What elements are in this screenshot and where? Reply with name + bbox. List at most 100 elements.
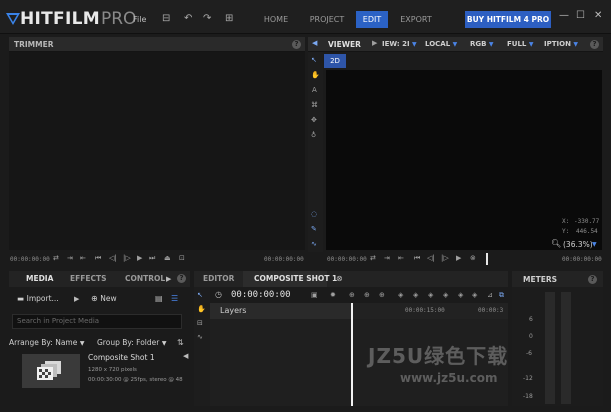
step-back-icon[interactable]: ◁| — [427, 254, 435, 262]
help-icon[interactable]: ? — [292, 40, 301, 49]
zoom-icon[interactable]: 🔍︎ — [551, 239, 561, 248]
keyframe-ease-icon[interactable]: ◈ — [472, 291, 477, 299]
slip-tool-icon[interactable]: ⊟ — [197, 319, 203, 327]
out-point-icon[interactable]: ⇤ — [80, 254, 86, 262]
media-item[interactable]: Composite Shot 1 1280 x 720 pixels 00:00… — [22, 352, 183, 390]
out-point-icon[interactable]: ⇤ — [398, 254, 404, 262]
buy-hitfilm-button[interactable]: BUY HITFILM 4 PRO — [465, 11, 551, 28]
select-tool-icon[interactable]: ↖ — [197, 291, 203, 299]
new-button[interactable]: ⊕ New — [91, 294, 117, 306]
tab-home[interactable]: HOME — [254, 11, 298, 28]
keyframe-next-icon[interactable]: ◈ — [428, 291, 433, 299]
trimmer-timecode-left: 00:00:00:00 — [10, 256, 50, 263]
render-icon[interactable]: ▣ — [311, 291, 318, 299]
collapse-left-icon[interactable]: ◀ — [312, 39, 317, 47]
quality-dropdown-label: FULL — [507, 40, 527, 48]
step-forward-icon[interactable]: |▷ — [123, 254, 131, 262]
play-icon[interactable]: ▶ — [137, 254, 142, 262]
viewer-help-icon[interactable]: ? — [590, 40, 599, 49]
maximize-icon[interactable]: ☐ — [576, 10, 585, 21]
tab-export[interactable]: EXPORT — [390, 11, 442, 28]
loop-icon[interactable]: ⇄ — [370, 254, 376, 262]
editor-tabs — [194, 271, 508, 287]
tab-edit[interactable]: EDIT — [356, 11, 388, 28]
viewer-2d-toggle[interactable]: 2D — [324, 54, 346, 68]
zoom-dropdown-arrow-icon[interactable]: ▼ — [592, 241, 597, 248]
grid-icon[interactable]: ⊞ — [225, 13, 233, 24]
overlay-icon[interactable]: ⊡ — [179, 254, 185, 262]
tab-project[interactable]: PROJECT — [300, 11, 354, 28]
editor-timecode[interactable]: 00:00:00:00 — [231, 290, 291, 300]
settings-gear-icon[interactable]: ✹ — [330, 291, 336, 299]
viewer-canvas[interactable] — [326, 70, 602, 250]
snap-icon[interactable]: ⧉ — [499, 291, 504, 300]
minimize-icon[interactable]: — — [559, 10, 569, 21]
in-point-icon[interactable]: ⇥ — [384, 254, 390, 262]
local-dropdown[interactable]: LOCAL ▼ — [425, 37, 457, 52]
rgb-dropdown[interactable]: RGB ▼ — [470, 37, 494, 52]
add-layer-icon[interactable]: ⊕ — [349, 291, 355, 299]
coord-x-label: X: — [562, 218, 570, 225]
quality-dropdown[interactable]: FULL ▼ — [507, 37, 533, 52]
keyframe-icon[interactable]: ◈ — [398, 291, 403, 299]
loop-icon[interactable]: ⇄ — [53, 254, 59, 262]
viewer-menu-arrow-icon[interactable]: ▶ — [372, 39, 377, 47]
meters-help-icon[interactable]: ? — [588, 275, 597, 284]
import-menu-arrow-icon[interactable]: ▶ — [74, 295, 79, 303]
options-dropdown[interactable]: IPTION ▼ — [544, 37, 578, 52]
ripple-tool-icon[interactable]: ∿ — [197, 333, 203, 341]
list-view-icon[interactable]: ☰ — [171, 294, 178, 303]
crop-tool-icon[interactable]: ⌘ — [311, 101, 318, 109]
arrange-dropdown[interactable]: Arrange By: Name ▼ — [9, 338, 85, 350]
new-plane-icon[interactable]: ⊕ — [379, 291, 385, 299]
hand-tool-icon[interactable]: ✋ — [197, 305, 206, 313]
hand-tool-icon[interactable]: ✋ — [311, 71, 320, 79]
skip-back-icon[interactable]: ⏮ — [414, 254, 420, 263]
timeline-playhead[interactable] — [351, 303, 353, 406]
close-icon[interactable]: ✕ — [594, 10, 602, 21]
step-back-icon[interactable]: ◁| — [109, 254, 117, 262]
mic-tool-icon[interactable]: ♁ — [311, 131, 316, 139]
skip-forward-icon[interactable]: ⏭ — [149, 254, 155, 263]
stop-icon[interactable]: ⊗ — [470, 254, 476, 262]
move-tool-icon[interactable]: ✥ — [311, 116, 317, 124]
play-icon[interactable]: ▶ — [456, 254, 461, 262]
grid-view-icon[interactable]: ▤ — [155, 294, 163, 303]
text-tool-icon[interactable]: A — [312, 86, 317, 94]
undo-icon[interactable]: ↶ — [184, 13, 192, 24]
timeline-ruler[interactable]: 00:00:15:00 00:00:3 — [352, 303, 508, 319]
tab-media[interactable]: MEDIA — [26, 271, 53, 287]
insert-icon[interactable]: ⏏ — [164, 254, 171, 262]
tab-controls[interactable]: CONTROL — [125, 271, 165, 287]
media-search-input[interactable]: Search in Project Media — [12, 314, 182, 329]
file-menu[interactable]: File — [133, 15, 146, 24]
graph-icon[interactable]: ⊿ — [487, 291, 493, 299]
zoom-level[interactable]: (36.3%) — [563, 240, 593, 249]
keyframe-add-icon[interactable]: ◈ — [443, 291, 448, 299]
pen-tool-icon[interactable]: ✎ — [311, 225, 317, 233]
select-tool-icon[interactable]: ↖ — [311, 56, 317, 64]
path-tool-icon[interactable]: ∿ — [311, 240, 317, 248]
tab-editor[interactable]: EDITOR — [203, 271, 234, 287]
media-help-icon[interactable]: ? — [177, 274, 186, 283]
close-tab-icon[interactable]: ⊗ — [336, 274, 343, 283]
step-forward-icon[interactable]: |▷ — [441, 254, 449, 262]
skip-back-icon[interactable]: ⏮ — [95, 254, 101, 263]
in-point-icon[interactable]: ⇥ — [67, 254, 73, 262]
tab-effects[interactable]: EFFECTS — [70, 271, 107, 287]
media-item-collapse-icon[interactable]: ◀ — [183, 352, 188, 360]
new-point-icon[interactable]: ⊕ — [364, 291, 370, 299]
mask-tool-icon[interactable]: ◌ — [311, 210, 317, 218]
group-dropdown[interactable]: Group By: Folder ▼ — [97, 338, 167, 350]
tab-composite-shot[interactable]: COMPOSITE SHOT 1 — [254, 271, 337, 287]
keyframe-remove-icon[interactable]: ◈ — [458, 291, 463, 299]
save-icon[interactable]: ⊟ — [162, 13, 170, 24]
view-dropdown[interactable]: IEW: 2I ▼ — [382, 37, 417, 52]
viewer-playhead[interactable] — [486, 253, 488, 265]
redo-icon[interactable]: ↷ — [203, 13, 211, 24]
ruler-mark-30s: 00:00:3 — [478, 307, 504, 314]
keyframe-prev-icon[interactable]: ◈ — [413, 291, 418, 299]
import-button[interactable]: ▬ Import... — [17, 294, 59, 306]
tabs-more-icon[interactable]: ▶ — [166, 275, 171, 283]
sort-icon[interactable]: ⇅ — [177, 338, 184, 347]
